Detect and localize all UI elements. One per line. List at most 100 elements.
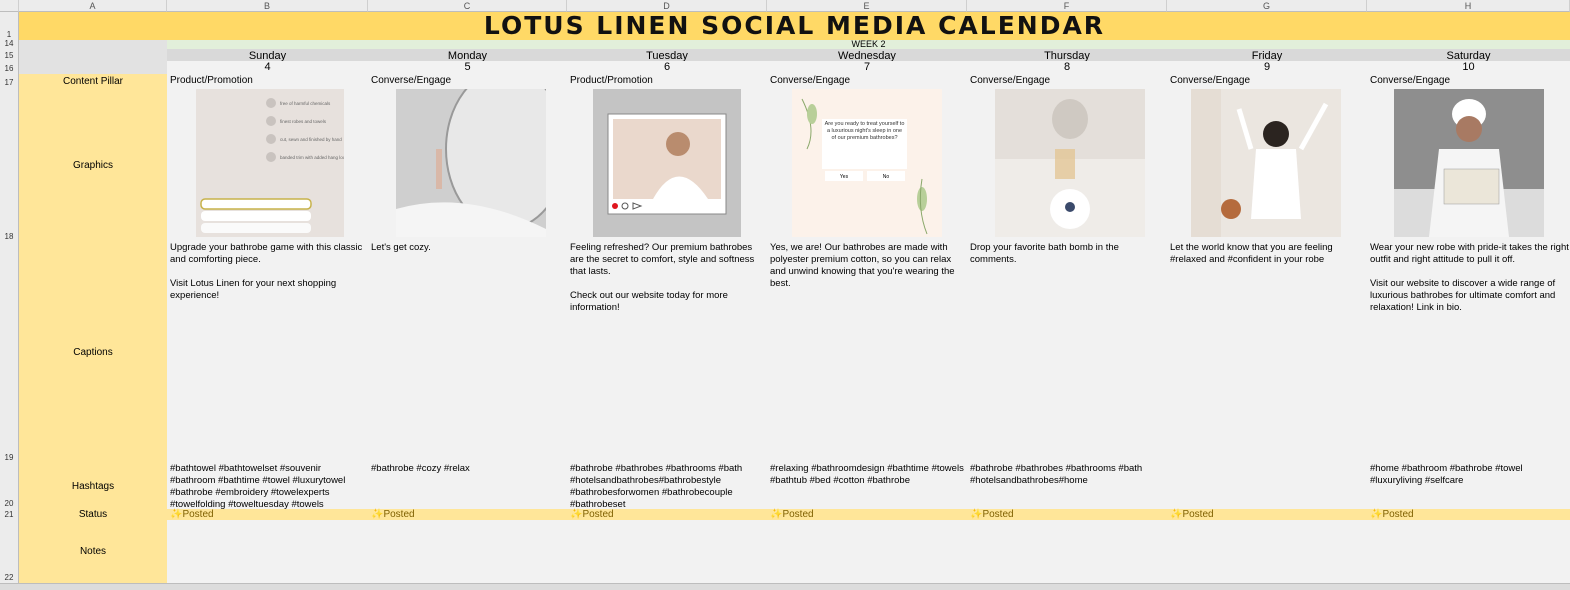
row-label-hashtags[interactable]: Hashtags — [19, 463, 167, 509]
content-pillar-saturday[interactable]: Converse/Engage — [1367, 74, 1570, 88]
date-cell-tuesday[interactable]: 6 — [567, 61, 767, 74]
graphic-image — [396, 68, 567, 237]
date-cell-saturday[interactable]: 10 — [1367, 61, 1570, 74]
svg-text:free of harmful chemicals: free of harmful chemicals — [280, 101, 331, 106]
status-wednesday[interactable]: ✨Posted — [767, 509, 967, 520]
day-header-wednesday[interactable]: Wednesday — [767, 49, 967, 62]
row-header-19[interactable]: 19 — [0, 242, 19, 463]
status-tuesday[interactable]: ✨Posted — [567, 509, 767, 520]
graphic-image — [1394, 89, 1544, 237]
sheet-title[interactable]: LOTUS LINEN SOCIAL MEDIA CALENDAR — [19, 12, 1570, 40]
row-header-20[interactable]: 20 — [0, 463, 19, 509]
caption-monday[interactable]: Let's get cozy. — [368, 242, 567, 254]
column-header-h[interactable]: H — [1367, 0, 1570, 12]
select-all-corner[interactable] — [0, 0, 19, 12]
header-blank-cell[interactable] — [19, 40, 167, 74]
graphic-sunday[interactable]: free of harmful chemicals finest robes an… — [196, 89, 383, 237]
day-header-saturday[interactable]: Saturday — [1367, 49, 1570, 62]
graphic-monday[interactable] — [396, 68, 567, 237]
column-header-b[interactable]: B — [167, 0, 368, 12]
row-number: 14 — [4, 39, 14, 48]
day-header-friday[interactable]: Friday — [1167, 49, 1367, 62]
row-number: 17 — [4, 78, 14, 87]
svg-text:cut, sewn and finished by hand: cut, sewn and finished by hand — [280, 137, 342, 142]
row-number: 1 — [6, 30, 12, 39]
row-number: 21 — [4, 510, 14, 519]
hashtags-thursday[interactable]: #bathrobe #bathrobes #bathrooms #bath #h… — [967, 463, 1167, 487]
row-number: 22 — [4, 573, 14, 582]
status-sunday[interactable]: ✨Posted — [167, 509, 368, 520]
date-cell-wednesday[interactable]: 7 — [767, 61, 967, 74]
hashtags-monday[interactable]: #bathrobe #cozy #relax — [368, 463, 567, 475]
column-header-a[interactable]: A — [19, 0, 167, 12]
caption-sunday[interactable]: Upgrade your bathrobe game with this cla… — [167, 242, 368, 302]
row-header-1[interactable]: 1 — [0, 12, 19, 40]
graphic-image: free of harmful chemicals finest robes an… — [196, 89, 383, 237]
row-header-18[interactable]: 18 — [0, 88, 19, 242]
svg-text:Yes: Yes — [840, 174, 849, 180]
date-cell-sunday[interactable]: 4 — [167, 61, 368, 74]
hashtags-tuesday[interactable]: #bathrobe #bathrobes #bathrooms #bath #h… — [567, 463, 767, 511]
caption-friday[interactable]: Let the world know that you are feeling … — [1167, 242, 1367, 266]
day-header-tuesday[interactable]: Tuesday — [567, 49, 767, 62]
content-pillar-monday[interactable]: Converse/Engage — [368, 74, 567, 88]
date-cell-monday[interactable]: 5 — [368, 61, 567, 74]
hashtags-sunday[interactable]: #bathtowel #bathtowelset #souvenir #bath… — [167, 463, 368, 511]
row-label-status[interactable]: Status — [19, 509, 167, 520]
graphic-friday[interactable] — [1191, 89, 1341, 237]
graphic-image — [995, 89, 1145, 237]
horizontal-scrollbar[interactable] — [0, 583, 1570, 590]
row-number: 19 — [4, 453, 14, 462]
content-pillar-sunday[interactable]: Product/Promotion — [167, 74, 368, 88]
svg-text:No: No — [883, 174, 890, 180]
content-pillar-tuesday[interactable]: Product/Promotion — [567, 74, 767, 88]
day-header-thursday[interactable]: Thursday — [967, 49, 1167, 62]
day-header-sunday[interactable]: Sunday — [167, 49, 368, 62]
graphic-saturday[interactable] — [1394, 89, 1544, 237]
column-header-g[interactable]: G — [1167, 0, 1367, 12]
graphic-thursday[interactable] — [995, 89, 1145, 237]
row-header-16[interactable]: 16 — [0, 61, 19, 74]
row-label-graphics[interactable]: Graphics — [19, 88, 167, 242]
row-header-22[interactable]: 22 — [0, 520, 19, 583]
row-label-notes[interactable]: Notes — [19, 520, 167, 583]
row-label-captions[interactable]: Captions — [19, 242, 167, 463]
day-header-monday[interactable]: Monday — [368, 49, 567, 62]
row-label-text: Captions — [73, 347, 113, 358]
date-cell-thursday[interactable]: 8 — [967, 61, 1167, 74]
row-header-17[interactable]: 17 — [0, 74, 19, 88]
row-header-21[interactable]: 21 — [0, 509, 19, 520]
svg-text:banded trim with added hang lo: banded trim with added hang loop for eas… — [280, 155, 344, 160]
row-header-15[interactable]: 15 — [0, 49, 19, 61]
graphic-image: Are you ready to treat yourself to a lux… — [792, 89, 942, 237]
status-thursday[interactable]: ✨Posted — [967, 509, 1167, 520]
row-label-pillar[interactable]: Content Pillar — [19, 74, 167, 88]
caption-wednesday[interactable]: Yes, we are! Our bathrobes are made with… — [767, 242, 967, 290]
hashtags-wednesday[interactable]: #relaxing #bathroomdesign #bathtime #tow… — [767, 463, 967, 487]
status-friday[interactable]: ✨Posted — [1167, 509, 1367, 520]
content-pillar-thursday[interactable]: Converse/Engage — [967, 74, 1167, 88]
graphic-image — [593, 89, 741, 237]
content-pillar-wednesday[interactable]: Converse/Engage — [767, 74, 967, 88]
caption-tuesday[interactable]: Feeling refreshed? Our premium bathrobes… — [567, 242, 767, 314]
caption-thursday[interactable]: Drop your favorite bath bomb in the comm… — [967, 242, 1167, 266]
row-label-text: Content Pillar — [62, 75, 124, 87]
graphic-image — [1191, 89, 1341, 237]
caption-saturday[interactable]: Wear your new robe with pride-it takes t… — [1367, 242, 1570, 314]
row-number: 15 — [4, 51, 14, 60]
row-number: 20 — [4, 499, 14, 508]
graphic-tuesday[interactable] — [593, 89, 741, 237]
row-label-text: Status — [78, 509, 108, 520]
status-saturday[interactable]: ✨Posted — [1367, 509, 1570, 520]
week-label[interactable]: WEEK 2 — [167, 40, 1570, 49]
row-number: 18 — [4, 232, 14, 241]
hashtags-saturday[interactable]: #home #bathroom #bathrobe #towel #luxury… — [1367, 463, 1570, 487]
row-label-text: Hashtags — [71, 480, 115, 492]
row-label-text: Graphics — [72, 159, 113, 171]
graphic-wednesday[interactable]: Are you ready to treat yourself to a lux… — [792, 89, 942, 237]
date-cell-friday[interactable]: 9 — [1167, 61, 1367, 74]
row-number: 16 — [4, 64, 14, 73]
status-monday[interactable]: ✨Posted — [368, 509, 567, 520]
row-header-14[interactable]: 14 — [0, 39, 19, 49]
content-pillar-friday[interactable]: Converse/Engage — [1167, 74, 1367, 88]
